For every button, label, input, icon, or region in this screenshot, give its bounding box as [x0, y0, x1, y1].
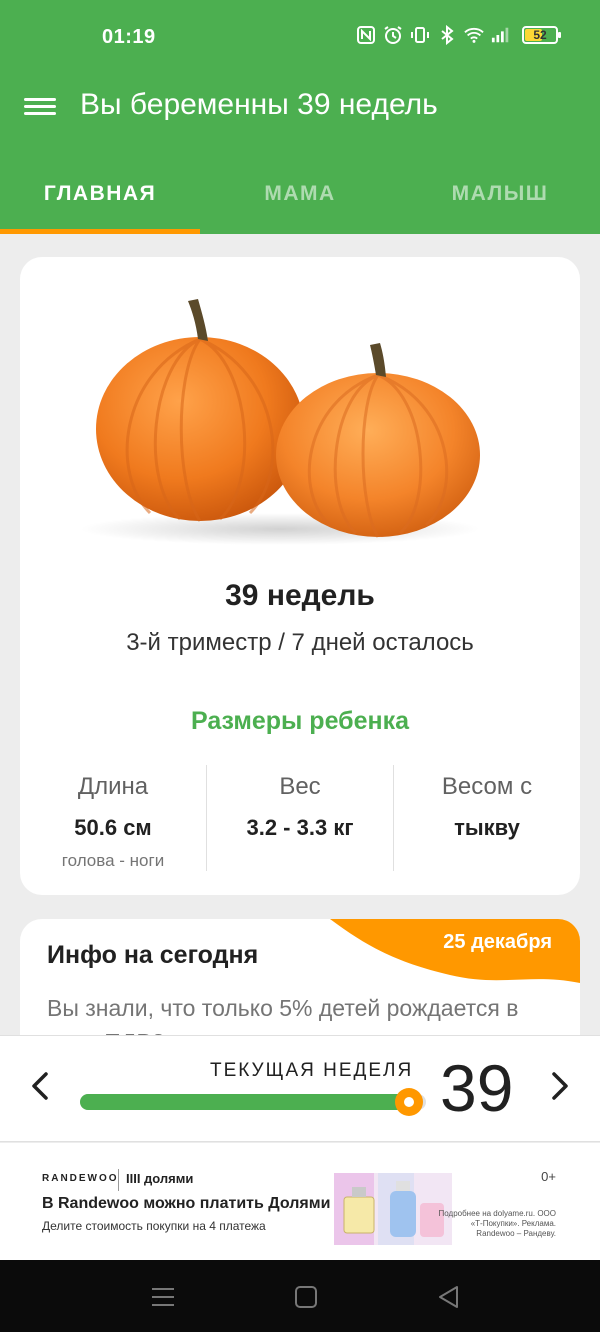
- app-bar: 01:19 52 Вы беременны 39 недель ГЛАВНАЯ …: [0, 0, 600, 234]
- vibrate-icon: [410, 24, 430, 46]
- trimester-text: 3-й триместр / 7 дней осталось: [126, 629, 474, 656]
- stat-sub: голова - ноги: [61, 851, 165, 870]
- stat-value: тыкву: [454, 815, 520, 840]
- info-title: Инфо на сегодня: [47, 941, 259, 969]
- hamburger-menu-icon[interactable]: [24, 94, 56, 122]
- nfc-icon: [356, 24, 376, 46]
- current-week-number: 39: [440, 1051, 514, 1125]
- stat-label: Вес: [279, 773, 321, 800]
- home-icon[interactable]: [293, 1284, 319, 1310]
- stat-weight: Вес 3.2 - 3.3 кг: [206, 765, 393, 871]
- stat-value: 50.6 см: [74, 815, 152, 840]
- week-selector: ТЕКУЩАЯ НЕДЕЛЯ 39: [0, 1035, 600, 1142]
- info-date: 25 декабря: [443, 931, 552, 953]
- stat-length: Длина 50.6 см голова - ноги: [20, 765, 206, 871]
- tab-baby[interactable]: МАЛЫШ: [400, 160, 600, 234]
- ad-subtitle: Делите стоимость покупки на 4 платежа: [42, 1219, 266, 1233]
- page-title: Вы беременны 39 недель: [80, 88, 438, 121]
- stat-comparison: Весом с тыкву: [393, 765, 580, 871]
- week-slider-fill: [80, 1094, 409, 1110]
- bluetooth-icon: [437, 24, 457, 46]
- ad-partner: IIII долями: [126, 1171, 194, 1186]
- ad-divider: [118, 1169, 119, 1191]
- ad-banner[interactable]: RANDEWOO IIII долями В Randewoo можно пл…: [0, 1143, 600, 1260]
- chevron-left-icon[interactable]: [22, 1066, 62, 1106]
- recent-apps-icon[interactable]: [150, 1284, 176, 1310]
- system-navigation-bar: [0, 1260, 600, 1332]
- tab-mom[interactable]: МАМА: [200, 160, 400, 234]
- tab-bar: ГЛАВНАЯ МАМА МАЛЫШ: [0, 160, 600, 234]
- current-week-label: ТЕКУЩАЯ НЕДЕЛЯ: [210, 1060, 414, 1081]
- ad-title: В Randewoo можно платить Долями: [42, 1195, 331, 1212]
- battery-icon: 52: [522, 26, 561, 44]
- ad-brand: RANDEWOO: [42, 1173, 119, 1184]
- status-time: 01:19: [102, 26, 156, 48]
- status-icons: 52: [356, 24, 561, 46]
- week-card: 39 недель 3-й триместр / 7 дней осталось…: [20, 257, 580, 895]
- wifi-icon: [464, 24, 484, 46]
- alarm-icon: [383, 24, 403, 46]
- ad-age-rating: 0+: [541, 1169, 556, 1184]
- stat-label: Длина: [77, 773, 149, 800]
- baby-stats: Длина 50.6 см голова - ноги Вес 3.2 - 3.…: [20, 765, 580, 871]
- ad-legal: Подробнее на dolyame.ru. ООО «Т-Покупки»…: [438, 1209, 557, 1238]
- chevron-right-icon[interactable]: [538, 1066, 578, 1106]
- baby-sizes-link[interactable]: Размеры ребенка: [20, 707, 580, 736]
- stat-value: 3.2 - 3.3 кг: [246, 815, 354, 840]
- stat-label: Весом с: [441, 773, 533, 800]
- battery-level: 52: [533, 28, 547, 42]
- back-icon[interactable]: [436, 1284, 462, 1310]
- signal-icon: [491, 24, 511, 46]
- week-slider-thumb[interactable]: [394, 1088, 423, 1116]
- ad-image: [334, 1173, 452, 1245]
- tab-main[interactable]: ГЛАВНАЯ: [0, 160, 200, 234]
- week-slider[interactable]: [80, 1088, 426, 1116]
- week-title: 39 недель: [225, 579, 375, 612]
- pumpkins-illustration: [80, 299, 480, 545]
- status-bar: 01:19 52: [0, 0, 600, 76]
